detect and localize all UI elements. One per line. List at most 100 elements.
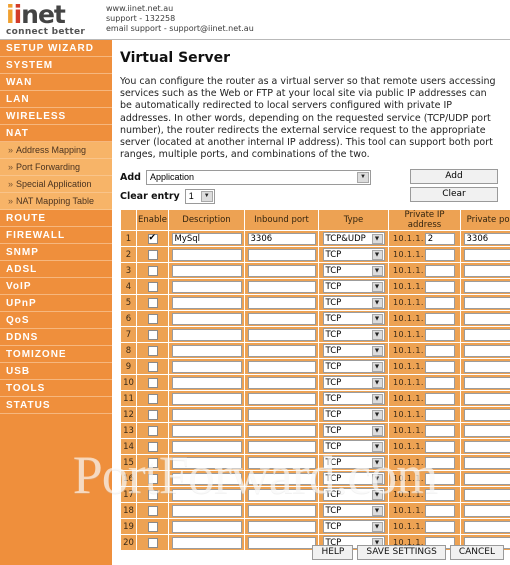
- description-input[interactable]: [171, 360, 242, 373]
- private-port-input[interactable]: [463, 280, 510, 293]
- sidebar-item-adsl[interactable]: ADSL: [0, 261, 112, 278]
- inbound-port-input[interactable]: [247, 344, 316, 357]
- private-port-input[interactable]: [463, 472, 510, 485]
- enable-checkbox[interactable]: [147, 281, 158, 292]
- description-input[interactable]: [171, 376, 242, 389]
- private-port-input[interactable]: [463, 344, 510, 357]
- enable-checkbox[interactable]: [147, 393, 158, 404]
- inbound-port-input[interactable]: [247, 360, 316, 373]
- type-select[interactable]: TCP ▼: [322, 376, 385, 390]
- sidebar-subitem-address-mapping[interactable]: » Address Mapping: [0, 142, 112, 159]
- type-select[interactable]: TCP ▼: [322, 248, 385, 262]
- type-select[interactable]: TCP ▼: [322, 440, 385, 454]
- inbound-port-input[interactable]: [247, 456, 316, 469]
- clear-button[interactable]: Clear: [410, 187, 498, 203]
- type-select[interactable]: TCP ▼: [322, 456, 385, 470]
- description-input[interactable]: [171, 504, 242, 517]
- sidebar-item-nat[interactable]: NAT: [0, 125, 112, 142]
- private-ip-input[interactable]: [424, 424, 455, 437]
- sidebar-item-usb[interactable]: USB: [0, 363, 112, 380]
- enable-checkbox[interactable]: [147, 425, 158, 436]
- enable-checkbox[interactable]: [147, 297, 158, 308]
- type-select[interactable]: TCP ▼: [322, 280, 385, 294]
- description-input[interactable]: [171, 296, 242, 309]
- private-ip-input[interactable]: [424, 296, 455, 309]
- inbound-port-input[interactable]: [247, 392, 316, 405]
- type-select[interactable]: TCP ▼: [322, 488, 385, 502]
- sidebar-item-tomizone[interactable]: TOMIZONE: [0, 346, 112, 363]
- description-input[interactable]: MySql: [171, 232, 242, 245]
- private-port-input[interactable]: [463, 392, 510, 405]
- sidebar-subitem-nat-mapping-table[interactable]: » NAT Mapping Table: [0, 193, 112, 210]
- sidebar-item-setup-wizard[interactable]: SETUP WIZARD: [0, 40, 112, 57]
- enable-checkbox[interactable]: [147, 313, 158, 324]
- private-ip-input[interactable]: [424, 248, 455, 261]
- description-input[interactable]: [171, 408, 242, 421]
- private-port-input[interactable]: [463, 488, 510, 501]
- sidebar-item-lan[interactable]: LAN: [0, 91, 112, 108]
- sidebar-item-route[interactable]: ROUTE: [0, 210, 112, 227]
- private-port-input[interactable]: [463, 248, 510, 261]
- description-input[interactable]: [171, 248, 242, 261]
- private-ip-input[interactable]: [424, 440, 455, 453]
- inbound-port-input[interactable]: [247, 408, 316, 421]
- private-ip-input[interactable]: [424, 376, 455, 389]
- enable-checkbox[interactable]: [147, 521, 158, 532]
- private-port-input[interactable]: [463, 504, 510, 517]
- private-ip-input[interactable]: [424, 392, 455, 405]
- inbound-port-input[interactable]: [247, 296, 316, 309]
- inbound-port-input[interactable]: [247, 424, 316, 437]
- save-settings-button[interactable]: SAVE SETTINGS: [357, 544, 446, 560]
- private-ip-input[interactable]: [424, 312, 455, 325]
- private-ip-input[interactable]: [424, 344, 455, 357]
- private-port-input[interactable]: [463, 424, 510, 437]
- private-ip-input[interactable]: [424, 472, 455, 485]
- description-input[interactable]: [171, 392, 242, 405]
- private-ip-input[interactable]: [424, 456, 455, 469]
- type-select[interactable]: TCP ▼: [322, 264, 385, 278]
- enable-checkbox[interactable]: [147, 473, 158, 484]
- enable-checkbox[interactable]: [147, 329, 158, 340]
- type-select[interactable]: TCP ▼: [322, 312, 385, 326]
- cancel-button[interactable]: CANCEL: [449, 544, 504, 560]
- private-port-input[interactable]: [463, 312, 510, 325]
- private-port-input[interactable]: 3306: [463, 232, 510, 245]
- sidebar-item-tools[interactable]: TOOLS: [0, 380, 112, 397]
- sidebar-item-snmp[interactable]: SNMP: [0, 244, 112, 261]
- type-select[interactable]: TCP ▼: [322, 296, 385, 310]
- private-ip-input[interactable]: [424, 360, 455, 373]
- private-port-input[interactable]: [463, 296, 510, 309]
- inbound-port-input[interactable]: [247, 248, 316, 261]
- sidebar-item-ddns[interactable]: DDNS: [0, 329, 112, 346]
- inbound-port-input[interactable]: [247, 312, 316, 325]
- sidebar-item-qos[interactable]: QoS: [0, 312, 112, 329]
- enable-checkbox[interactable]: [147, 457, 158, 468]
- description-input[interactable]: [171, 344, 242, 357]
- sidebar-subitem-special-application[interactable]: » Special Application: [0, 176, 112, 193]
- enable-checkbox[interactable]: [147, 377, 158, 388]
- description-input[interactable]: [171, 440, 242, 453]
- enable-checkbox[interactable]: [147, 441, 158, 452]
- iinet-logo[interactable]: iinet connect better: [6, 2, 102, 38]
- inbound-port-input[interactable]: [247, 440, 316, 453]
- enable-checkbox[interactable]: [147, 489, 158, 500]
- description-input[interactable]: [171, 456, 242, 469]
- enable-checkbox[interactable]: [147, 265, 158, 276]
- sidebar-item-voip[interactable]: VoIP: [0, 278, 112, 295]
- private-port-input[interactable]: [463, 456, 510, 469]
- application-select[interactable]: Application ▼: [145, 169, 371, 185]
- enable-checkbox[interactable]: [147, 345, 158, 356]
- add-button[interactable]: Add: [410, 169, 498, 185]
- private-port-input[interactable]: [463, 360, 510, 373]
- enable-checkbox[interactable]: [147, 409, 158, 420]
- sidebar-item-wireless[interactable]: WIRELESS: [0, 108, 112, 125]
- private-ip-input[interactable]: [424, 328, 455, 341]
- private-ip-input[interactable]: [424, 280, 455, 293]
- inbound-port-input[interactable]: [247, 280, 316, 293]
- description-input[interactable]: [171, 488, 242, 501]
- description-input[interactable]: [171, 280, 242, 293]
- type-select[interactable]: TCP ▼: [322, 472, 385, 486]
- inbound-port-input[interactable]: [247, 376, 316, 389]
- private-port-input[interactable]: [463, 520, 510, 533]
- description-input[interactable]: [171, 264, 242, 277]
